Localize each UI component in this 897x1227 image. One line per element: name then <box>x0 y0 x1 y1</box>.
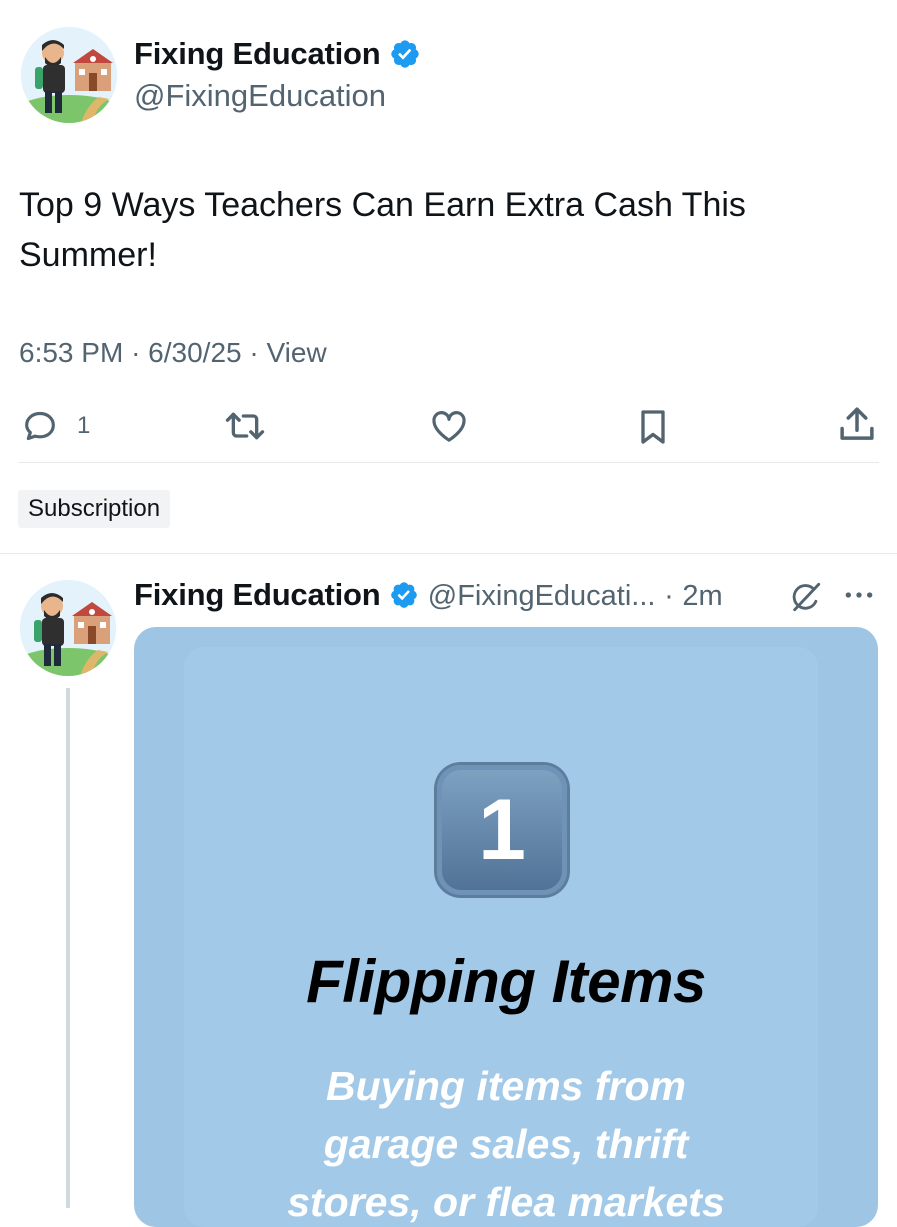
subscription-chip[interactable]: Subscription <box>18 490 171 528</box>
reply-header: Fixing Education @FixingEducati... · 2m <box>134 577 723 613</box>
like-icon <box>432 411 466 442</box>
reply-author-avatar[interactable] <box>20 580 116 676</box>
avatar-illustration <box>21 27 117 123</box>
more-options-button[interactable] <box>843 585 875 610</box>
reply-count: 1 <box>77 412 91 439</box>
verified-badge-icon <box>391 582 417 608</box>
tweet-text: Top 9 Ways Teachers Can Earn Extra Cash … <box>19 186 746 274</box>
more-options-icon <box>845 592 873 598</box>
verified-badge-icon <box>391 40 419 68</box>
author-name[interactable]: Fixing Education <box>134 36 381 71</box>
view-link[interactable]: View <box>266 337 326 368</box>
author-handle[interactable]: @FixingEducation <box>134 78 386 114</box>
media-body-line: garage sales, thrift <box>323 1121 689 1167</box>
author-avatar[interactable] <box>21 27 117 123</box>
thread-line <box>66 688 70 1208</box>
meta-separator: · <box>131 337 141 368</box>
share-button[interactable] <box>836 404 878 446</box>
tweet-meta: 6:53 PM · 6/30/25 · View <box>19 337 327 369</box>
retweet-button[interactable] <box>223 406 267 446</box>
author-name-row[interactable]: Fixing Education <box>134 36 421 72</box>
share-icon <box>840 407 874 440</box>
bookmark-icon <box>641 410 665 444</box>
grok-button[interactable] <box>789 580 823 619</box>
reply-time[interactable]: 2m <box>682 580 722 612</box>
tweet-date[interactable]: 6/30/25 <box>148 337 241 368</box>
number-emoji: 1 <box>437 765 567 895</box>
media-body: Buying items from garage sales, thrift s… <box>224 1057 788 1227</box>
avatar-illustration <box>20 580 116 676</box>
reply-author-name[interactable]: Fixing Education <box>134 577 381 612</box>
reply-button[interactable]: 1 <box>20 406 90 446</box>
reply-icon <box>25 411 55 441</box>
grok-icon <box>792 582 821 612</box>
tweet-time[interactable]: 6:53 PM <box>19 337 123 368</box>
media-title: Flipping Items <box>306 948 706 1015</box>
meta-separator: · <box>664 580 674 612</box>
actions-divider <box>18 462 879 463</box>
meta-separator: · <box>249 337 259 368</box>
section-divider <box>0 553 897 554</box>
reply-media[interactable]: 1 Flipping Items Buying items from garag… <box>134 627 878 1227</box>
retweet-icon <box>225 412 265 440</box>
like-button[interactable] <box>428 406 470 446</box>
media-body-line: Buying items from <box>326 1063 686 1109</box>
bookmark-button[interactable] <box>633 406 673 448</box>
media-body-line: stores, or flea markets <box>287 1179 725 1225</box>
reply-author-handle[interactable]: @FixingEducati... <box>428 580 656 612</box>
